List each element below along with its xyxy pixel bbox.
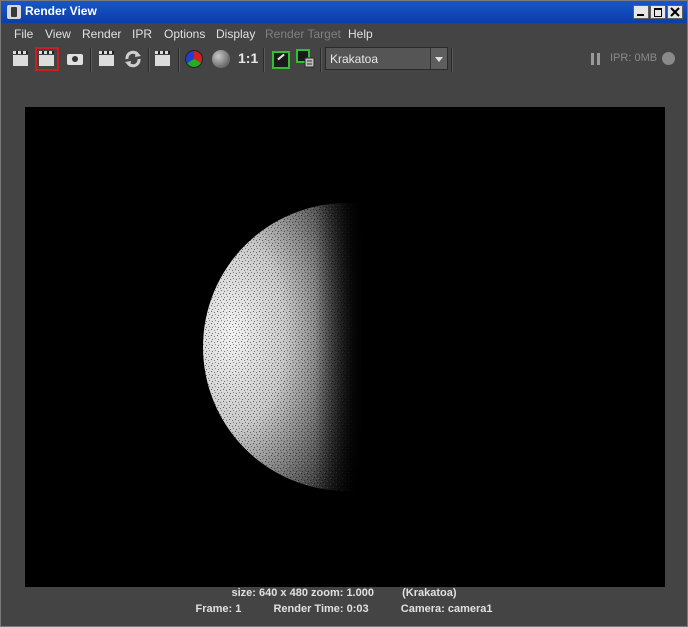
menu-help[interactable]: Help xyxy=(348,27,373,41)
renderer-select-value: Krakatoa xyxy=(330,52,379,66)
clapboard-settings-icon xyxy=(155,51,170,66)
maximize-button[interactable] xyxy=(650,5,666,19)
ipr-status-indicator[interactable] xyxy=(662,52,675,65)
status-line-1: size: 640 x 480 zoom: 1.000 (Krakatoa) xyxy=(1,587,687,599)
alpha-channel-icon xyxy=(212,50,230,68)
renderer-select[interactable]: Krakatoa xyxy=(325,47,448,70)
renderer-name: (Krakatoa) xyxy=(402,587,457,599)
menu-options[interactable]: Options xyxy=(164,27,205,41)
color-management-button[interactable] xyxy=(270,49,290,69)
clapboard-region-icon xyxy=(39,51,54,66)
rgb-channels-icon xyxy=(185,50,203,68)
keep-image-icon xyxy=(296,49,315,68)
menu-display[interactable]: Display xyxy=(216,27,255,41)
ipr-memory-label: IPR: 0MB xyxy=(610,52,658,64)
close-button[interactable] xyxy=(667,5,683,19)
render-time: Render Time: 0:03 xyxy=(273,603,369,615)
menu-render-target: Render Target xyxy=(265,27,341,41)
status-line-2: Frame: 1 Render Time: 0:03 Camera: camer… xyxy=(1,603,687,615)
keep-image-button[interactable] xyxy=(296,49,316,69)
toolbar-divider xyxy=(451,48,453,72)
camera-name: Camera: camera1 xyxy=(400,603,493,615)
redo-render-button[interactable] xyxy=(11,49,31,69)
render-view-window: Render View File View Render IPR Options… xyxy=(0,0,688,627)
rendered-image[interactable] xyxy=(25,107,665,587)
frame-number: Frame: 1 xyxy=(195,603,242,615)
menu-view[interactable]: View xyxy=(45,27,71,41)
window-title: Render View xyxy=(25,4,97,18)
minimize-button[interactable] xyxy=(633,5,649,19)
close-icon xyxy=(670,7,680,17)
render-sequence-button[interactable] xyxy=(97,49,117,69)
toolbar-divider xyxy=(320,48,322,72)
image-size-zoom: size: 640 x 480 zoom: 1.000 xyxy=(231,587,374,599)
refresh-icon xyxy=(125,50,141,68)
refresh-ipr-button[interactable] xyxy=(123,49,143,69)
title-bar[interactable]: Render View xyxy=(1,1,687,23)
clapboard-icon xyxy=(13,51,28,66)
toolbar-divider xyxy=(263,48,265,72)
toolbar-divider xyxy=(178,48,180,72)
toolbar-divider xyxy=(148,48,150,72)
display-rgb-button[interactable] xyxy=(184,49,204,69)
render-region-button[interactable] xyxy=(35,47,59,71)
menu-ipr[interactable]: IPR xyxy=(132,27,152,41)
rendered-sphere-image xyxy=(203,203,363,491)
render-canvas-area[interactable]: size: 640 x 480 zoom: 1.000 (Krakatoa) F… xyxy=(1,75,687,625)
menu-bar: File View Render IPR Options Display Ren… xyxy=(1,23,687,45)
camera-icon xyxy=(67,54,83,65)
maya-app-icon xyxy=(7,5,21,19)
snapshot-button[interactable] xyxy=(65,49,85,69)
pause-ipr-icon[interactable] xyxy=(591,53,601,65)
display-alpha-button[interactable] xyxy=(211,49,231,69)
render-settings-button[interactable] xyxy=(153,49,173,69)
color-management-icon xyxy=(272,51,290,69)
chevron-down-icon[interactable] xyxy=(430,48,447,69)
menu-render[interactable]: Render xyxy=(82,27,121,41)
real-size-button[interactable]: 1:1 xyxy=(238,50,258,66)
menu-file[interactable]: File xyxy=(14,27,33,41)
clapboard-sequence-icon xyxy=(99,51,114,66)
toolbar-divider xyxy=(90,48,92,72)
